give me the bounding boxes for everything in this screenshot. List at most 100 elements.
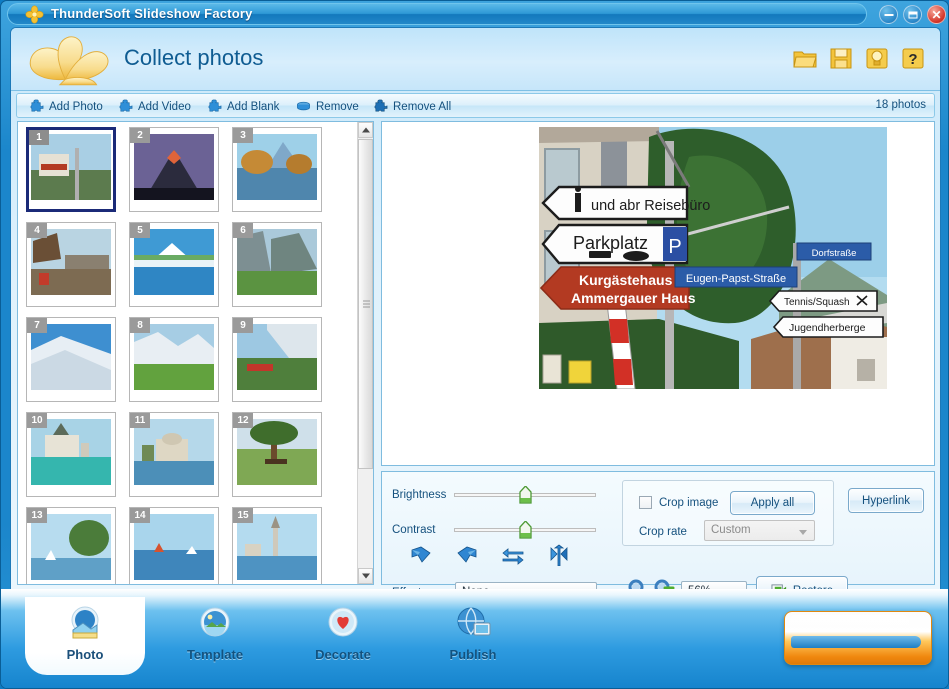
open-project-icon[interactable] [792, 45, 818, 71]
brightness-slider-handle[interactable] [519, 485, 532, 504]
remove-all-button[interactable]: Remove All [370, 97, 454, 116]
title-bar: ThunderSoft Slideshow Factory ✕ [1, 1, 948, 27]
thumbnail-item[interactable]: 10 [26, 412, 116, 497]
remove-all-icon [373, 99, 388, 114]
photo-nav-icon [64, 603, 106, 645]
svg-text:Parkplatz: Parkplatz [573, 233, 648, 253]
chevron-down-icon [361, 573, 370, 579]
contrast-label: Contrast [392, 524, 436, 536]
thumbnail-item[interactable]: 15 [232, 507, 322, 584]
thumbnail-image [237, 134, 317, 200]
thumbnail-item[interactable]: 1 [26, 127, 116, 212]
thumbnail-image [237, 419, 317, 485]
contrast-slider[interactable] [454, 520, 596, 539]
rotate-left-icon[interactable] [409, 544, 433, 566]
add-video-button[interactable]: Add Video [115, 97, 194, 116]
thumbnail-item[interactable]: 12 [232, 412, 322, 497]
thumbnail-panel: 1 2 3 4 5 6 7 8 9 10 11 12 13 14 15 [17, 121, 374, 585]
next-button-gloss [789, 615, 909, 631]
crop-image-label: Crop image [659, 497, 719, 509]
nav-tab-photo[interactable]: Photo [25, 597, 145, 675]
thumbnail-image [134, 419, 214, 485]
remove-icon [296, 99, 311, 114]
thumbnail-item[interactable]: 5 [129, 222, 219, 307]
thumbnail-item[interactable]: 6 [232, 222, 322, 307]
template-nav-icon [194, 603, 236, 645]
thumbnail-item[interactable]: 2 [129, 127, 219, 212]
svg-text:und abr Reisebüro: und abr Reisebüro [591, 198, 710, 214]
nav-tab-decorate[interactable]: Decorate [283, 597, 403, 675]
preview-panel: und abr Reisebüro Parkplatz P Kurgästeha… [381, 121, 935, 466]
flip-vertical-icon[interactable] [547, 544, 571, 567]
svg-text:?: ? [908, 51, 917, 68]
hyperlink-label: Hyperlink [862, 494, 910, 507]
edit-controls-panel: Brightness Contrast Crop image Apply all… [381, 471, 935, 606]
chevron-down-icon [799, 530, 807, 535]
scrollbar-thumb[interactable] [358, 139, 373, 469]
page-title: Collect photos [124, 45, 264, 70]
thumbnail-grid[interactable]: 1 2 3 4 5 6 7 8 9 10 11 12 13 14 15 [18, 122, 358, 584]
thumbnail-number: 10 [27, 413, 47, 428]
thumbnail-number: 7 [27, 318, 47, 333]
thumbnail-item[interactable]: 9 [232, 317, 322, 402]
svg-text:Ammergauer Haus: Ammergauer Haus [571, 290, 696, 306]
thumbnail-number: 12 [233, 413, 253, 428]
apply-all-button[interactable]: Apply all [730, 491, 815, 515]
crop-image-checkbox[interactable] [639, 496, 652, 509]
scrollbar-grip-icon [363, 299, 370, 310]
help-question-icon[interactable]: ? [900, 45, 926, 71]
save-project-icon[interactable] [828, 45, 854, 71]
thumbnail-number: 5 [130, 223, 150, 238]
thumbnail-item[interactable]: 11 [129, 412, 219, 497]
thumbnail-number: 11 [130, 413, 150, 428]
contrast-slider-handle[interactable] [519, 520, 532, 539]
thumbnail-item[interactable]: 13 [26, 507, 116, 584]
thumbnail-item[interactable]: 3 [232, 127, 322, 212]
hyperlink-button[interactable]: Hyperlink [848, 488, 924, 513]
thumbnail-item[interactable]: 8 [129, 317, 219, 402]
scroll-down-button[interactable] [358, 568, 373, 584]
transform-button-row [409, 544, 571, 567]
nav-tab-photo-label: Photo [66, 647, 104, 662]
nav-tab-publish-label: Publish [449, 647, 497, 662]
close-icon[interactable]: ✕ [927, 5, 946, 24]
next-step-button[interactable] [784, 611, 932, 665]
minimize-icon[interactable] [879, 5, 898, 24]
thumbnail-number: 4 [27, 223, 47, 238]
chevron-up-icon [361, 127, 370, 133]
brightness-slider[interactable] [454, 485, 596, 504]
remove-label: Remove [316, 100, 359, 113]
crop-rate-dropdown[interactable]: Custom [704, 520, 815, 541]
thumbnail-number: 8 [130, 318, 150, 333]
tips-bulb-icon[interactable] [864, 45, 890, 71]
thumbnail-scrollbar[interactable] [357, 122, 373, 584]
nav-tab-publish[interactable]: Publish [413, 597, 533, 675]
add-video-label: Add Video [138, 100, 191, 113]
next-button-swoosh [791, 636, 921, 648]
nav-tab-template[interactable]: Template [155, 597, 275, 675]
rotate-right-icon[interactable] [455, 544, 479, 566]
remove-button[interactable]: Remove [293, 97, 362, 116]
add-photo-icon [29, 99, 44, 114]
thumbnail-item[interactable]: 7 [26, 317, 116, 402]
thumbnail-image [134, 514, 214, 580]
publish-nav-icon [452, 603, 494, 645]
window-title: ThunderSoft Slideshow Factory [51, 6, 253, 21]
add-video-icon [118, 99, 133, 114]
crop-rate-value: Custom [711, 524, 751, 536]
thumbnail-number: 14 [130, 508, 150, 523]
thumbnail-item[interactable]: 4 [26, 222, 116, 307]
nav-tab-template-label: Template [186, 647, 244, 662]
maximize-icon[interactable] [903, 5, 922, 24]
add-blank-button[interactable]: Add Blank [204, 97, 282, 116]
thumbnail-image [134, 324, 214, 390]
scroll-up-button[interactable] [358, 122, 373, 138]
client-area: Collect photos ? Add Photo Add Video Add… [10, 27, 941, 606]
thumbnail-item[interactable]: 14 [129, 507, 219, 584]
flower-logo-icon [25, 5, 44, 24]
crop-rate-label: Crop rate [639, 526, 687, 538]
flip-horizontal-icon[interactable] [501, 544, 525, 566]
add-photo-button[interactable]: Add Photo [26, 97, 106, 116]
signpost-photo[interactable]: und abr Reisebüro Parkplatz P Kurgästeha… [539, 127, 887, 389]
decorate-nav-icon [322, 603, 364, 645]
